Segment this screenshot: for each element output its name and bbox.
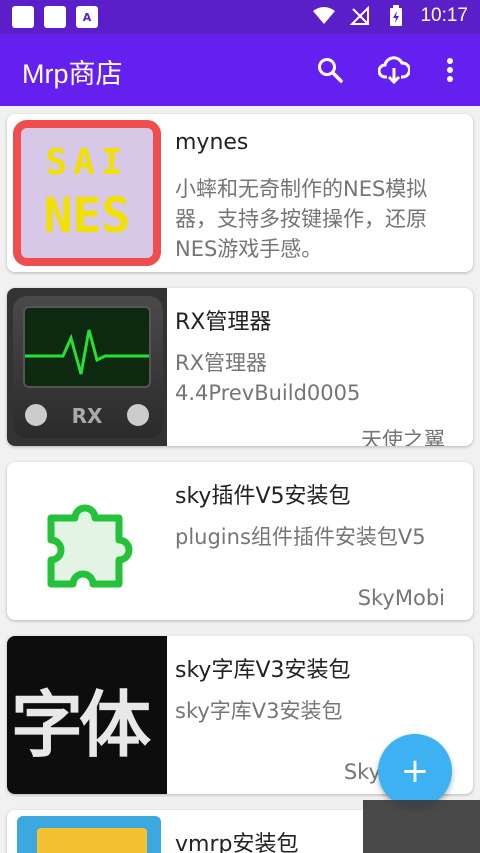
heartbeat-line-icon [25, 329, 149, 375]
app-description: sky字库V3安装包 [175, 699, 343, 723]
app-thumbnail: 字体 [7, 636, 167, 794]
notification-a-icon: A [76, 6, 98, 28]
app-title: Mrp商店 [22, 59, 123, 89]
battery-charging-icon [384, 4, 408, 28]
app-title: vmrp安装包 [175, 832, 299, 853]
status-bar: A 10:17 [0, 0, 480, 34]
app-author: 天使之翼 [361, 428, 445, 446]
download-button[interactable] [378, 54, 410, 86]
app-title: RX管理器 [175, 310, 272, 335]
search-icon [318, 58, 343, 83]
app-title: sky插件V5安装包 [175, 484, 351, 509]
app-description: plugins组件插件安装包V5 [175, 525, 426, 549]
app-description: 小蟀和无奇制作的NES模拟器，支持多按键操作，还原NES游戏手感。 [175, 177, 428, 261]
app-description: RX管理器 4.4PrevBuild0005 [175, 351, 361, 405]
wifi-icon [312, 4, 336, 28]
app-title: mynes [175, 130, 249, 155]
notification-icons: A [12, 6, 98, 28]
app-card-mynes[interactable]: SAI NES mynes 小蟀和无奇制作的NES模拟器，支持多按键操作，还原N… [7, 114, 473, 272]
app-author: SkyMobi [357, 586, 445, 610]
puzzle-piece-icon [47, 504, 133, 588]
add-button[interactable]: + [378, 734, 452, 808]
system-icons: 10:17 [312, 4, 468, 28]
app-card-rx-manager[interactable]: RX RX管理器 RX管理器 4.4PrevBuild0005 天使之翼 [7, 288, 473, 446]
thumb-text-bottom: NES [43, 188, 131, 244]
no-signal-icon [348, 4, 372, 28]
redacted-overlay [363, 800, 480, 853]
download-icon [378, 56, 410, 84]
app-thumbnail: RX [7, 288, 167, 446]
app-thumbnail: SAI NES [7, 114, 167, 272]
clock: 10:17 [420, 5, 468, 26]
thumb-text: RX [71, 404, 103, 428]
notification-square-icon [44, 6, 66, 28]
app-author: Sky [343, 760, 381, 784]
thumb-text: 字体 [11, 683, 151, 767]
app-title: sky字库V3安装包 [175, 658, 351, 683]
app-card-sky-plugin[interactable]: sky插件V5安装包 plugins组件插件安装包V5 SkyMobi [7, 462, 473, 620]
more-vert-icon [447, 58, 453, 82]
thumb-text-top: SAI [45, 142, 129, 183]
app-thumbnail [7, 462, 167, 620]
notification-square-icon [12, 6, 34, 28]
more-options-button[interactable] [434, 54, 466, 86]
app-thumbnail [7, 810, 167, 853]
plus-icon: + [400, 751, 430, 791]
app-bar: Mrp商店 [0, 34, 480, 106]
search-button[interactable] [314, 54, 346, 86]
